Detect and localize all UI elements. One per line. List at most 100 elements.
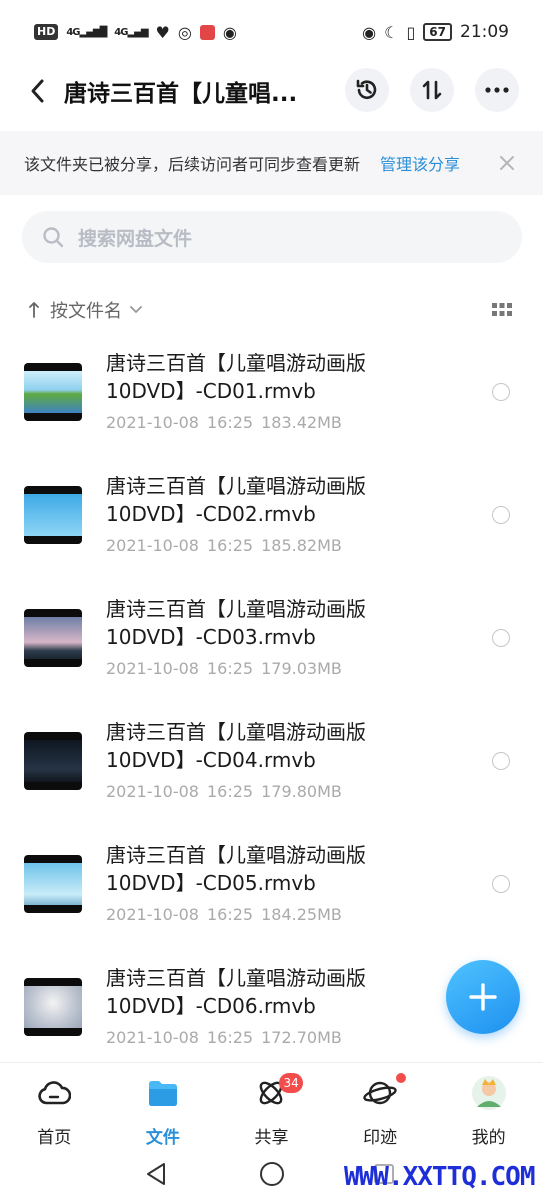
- search-placeholder: 搜索网盘文件: [78, 227, 193, 250]
- battery-indicator: 67: [423, 23, 452, 41]
- hd-indicator: HD: [34, 24, 59, 40]
- transfer-button[interactable]: [410, 68, 454, 112]
- select-checkbox[interactable]: [492, 506, 510, 524]
- file-date: 2021-10-08: [106, 1028, 199, 1047]
- file-row[interactable]: 唐诗三百首【儿童唱游动画版10DVD】-CD02.rmvb 2021-10-08…: [0, 463, 543, 586]
- file-size: 179.80MB: [261, 782, 342, 801]
- video-thumbnail: [24, 609, 82, 667]
- file-time: 16:25: [206, 536, 254, 555]
- select-checkbox[interactable]: [492, 752, 510, 770]
- video-thumbnail: [24, 855, 82, 913]
- system-home-button[interactable]: [256, 1158, 288, 1190]
- file-meta: 2021-10-08 16:25 179.80MB: [106, 782, 342, 801]
- nav-label-files: 文件: [145, 1128, 180, 1148]
- file-meta: 2021-10-08 16:25 179.03MB: [106, 659, 342, 678]
- sort-arrow-icon: [29, 302, 39, 318]
- signal-icon-2: 4G▂▄▆: [114, 26, 148, 38]
- watermark: WWW.XXTTQ.COM: [344, 1162, 535, 1192]
- manage-share-link[interactable]: 管理该分享: [380, 151, 460, 175]
- nav-item-mine[interactable]: 我的: [434, 1063, 543, 1151]
- location-icon: ◉: [222, 22, 237, 42]
- transfer-icon: [422, 80, 442, 100]
- file-size: 172.70MB: [261, 1028, 342, 1047]
- select-checkbox[interactable]: [492, 629, 510, 647]
- add-button[interactable]: [446, 960, 520, 1034]
- file-meta: 2021-10-08 16:25 172.70MB: [106, 1028, 342, 1047]
- search-icon: [43, 227, 64, 248]
- file-name: 唐诗三百首【儿童唱游动画版10DVD】-CD05.rmvb: [106, 843, 366, 895]
- wechat-icon: ◎: [177, 22, 192, 42]
- status-right: ◉ ☾ ▯ 67 21:09: [362, 22, 509, 42]
- triangle-back-icon: [147, 1163, 165, 1185]
- nav-label-mine: 我的: [471, 1128, 506, 1148]
- file-date: 2021-10-08: [106, 659, 199, 678]
- back-button[interactable]: [22, 71, 52, 111]
- select-checkbox[interactable]: [492, 875, 510, 893]
- sort-label: 按文件名: [50, 301, 122, 322]
- file-size: 183.42MB: [261, 413, 342, 432]
- clock: 21:09: [460, 22, 509, 42]
- avatar-icon: [471, 1075, 507, 1111]
- search-input[interactable]: 搜索网盘文件: [22, 211, 522, 263]
- file-name: 唐诗三百首【儿童唱游动画版10DVD】-CD01.rmvb: [106, 351, 366, 403]
- planet-icon: [362, 1075, 398, 1111]
- file-row[interactable]: 唐诗三百首【儿童唱游动画版10DVD】-CD05.rmvb 2021-10-08…: [0, 832, 543, 955]
- nav-label-traces: 印迹: [363, 1128, 398, 1148]
- more-icon: [485, 87, 509, 93]
- file-name: 唐诗三百首【儿童唱游动画版10DVD】-CD04.rmvb: [106, 720, 366, 772]
- file-row[interactable]: 唐诗三百首【儿童唱游动画版10DVD】-CD01.rmvb 2021-10-08…: [0, 340, 543, 463]
- status-bar: HD 4G▂▄▆█ 4G▂▄▆ ♥ ◎ ◉ ◉ ☾ ▯ 67 21:09: [0, 0, 543, 64]
- file-size: 179.03MB: [261, 659, 342, 678]
- share-badge: 34: [279, 1073, 304, 1093]
- file-date: 2021-10-08: [106, 782, 199, 801]
- video-thumbnail: [24, 486, 82, 544]
- grid-view-button[interactable]: [492, 301, 512, 322]
- nav-item-share[interactable]: 34 共享: [217, 1063, 326, 1151]
- file-meta: 2021-10-08 16:25 183.42MB: [106, 413, 342, 432]
- file-size: 184.25MB: [261, 905, 342, 924]
- file-name: 唐诗三百首【儿童唱游动画版10DVD】-CD03.rmvb: [106, 597, 366, 649]
- select-checkbox[interactable]: [492, 383, 510, 401]
- bottom-nav: 首页 文件 34 共享 印迹 我的: [0, 1062, 543, 1150]
- page-title: 唐诗三百首【儿童唱...: [64, 81, 298, 107]
- file-row[interactable]: 唐诗三百首【儿童唱游动画版10DVD】-CD03.rmvb 2021-10-08…: [0, 586, 543, 709]
- nav-label-home: 首页: [37, 1128, 72, 1148]
- vibrate-icon: ▯: [406, 22, 416, 42]
- video-thumbnail: [24, 978, 82, 1036]
- history-button[interactable]: [345, 68, 389, 112]
- notification-dot: [395, 1073, 406, 1083]
- file-meta: 2021-10-08 16:25 185.82MB: [106, 536, 342, 555]
- share-banner: 该文件夹已被分享，后续访问者可同步查看更新 管理该分享: [0, 131, 543, 195]
- file-date: 2021-10-08: [106, 413, 199, 432]
- file-date: 2021-10-08: [106, 536, 199, 555]
- plus-icon: [469, 983, 497, 1011]
- file-meta: 2021-10-08 16:25 184.25MB: [106, 905, 342, 924]
- folder-icon: [145, 1075, 181, 1111]
- app-notification-icon: [199, 24, 215, 40]
- nav-item-traces[interactable]: 印迹: [326, 1063, 435, 1151]
- circle-home-icon: [260, 1162, 284, 1186]
- nav-item-home[interactable]: 首页: [0, 1063, 109, 1151]
- signal-icon-1: 4G▂▄▆█: [66, 26, 107, 38]
- chevron-left-icon: [31, 79, 44, 103]
- video-thumbnail: [24, 732, 82, 790]
- file-time: 16:25: [206, 782, 254, 801]
- cloud-icon: [36, 1075, 72, 1111]
- sort-control[interactable]: 按文件名: [28, 295, 518, 325]
- header: 唐诗三百首【儿童唱...: [0, 68, 543, 114]
- banner-close-button[interactable]: [495, 151, 519, 175]
- file-time: 16:25: [206, 413, 254, 432]
- nav-item-files[interactable]: 文件: [109, 1063, 218, 1151]
- history-icon: [356, 79, 377, 99]
- status-left: HD 4G▂▄▆█ 4G▂▄▆ ♥ ◎ ◉: [34, 23, 237, 42]
- file-date: 2021-10-08: [106, 905, 199, 924]
- file-time: 16:25: [206, 659, 254, 678]
- file-time: 16:25: [206, 1028, 254, 1047]
- close-icon: [500, 156, 514, 170]
- file-size: 185.82MB: [261, 536, 342, 555]
- file-name: 唐诗三百首【儿童唱游动画版10DVD】-CD02.rmvb: [106, 474, 366, 526]
- file-row[interactable]: 唐诗三百首【儿童唱游动画版10DVD】-CD04.rmvb 2021-10-08…: [0, 709, 543, 832]
- moon-icon: ☾: [384, 22, 399, 42]
- system-back-button[interactable]: [140, 1158, 172, 1190]
- more-button[interactable]: [475, 68, 519, 112]
